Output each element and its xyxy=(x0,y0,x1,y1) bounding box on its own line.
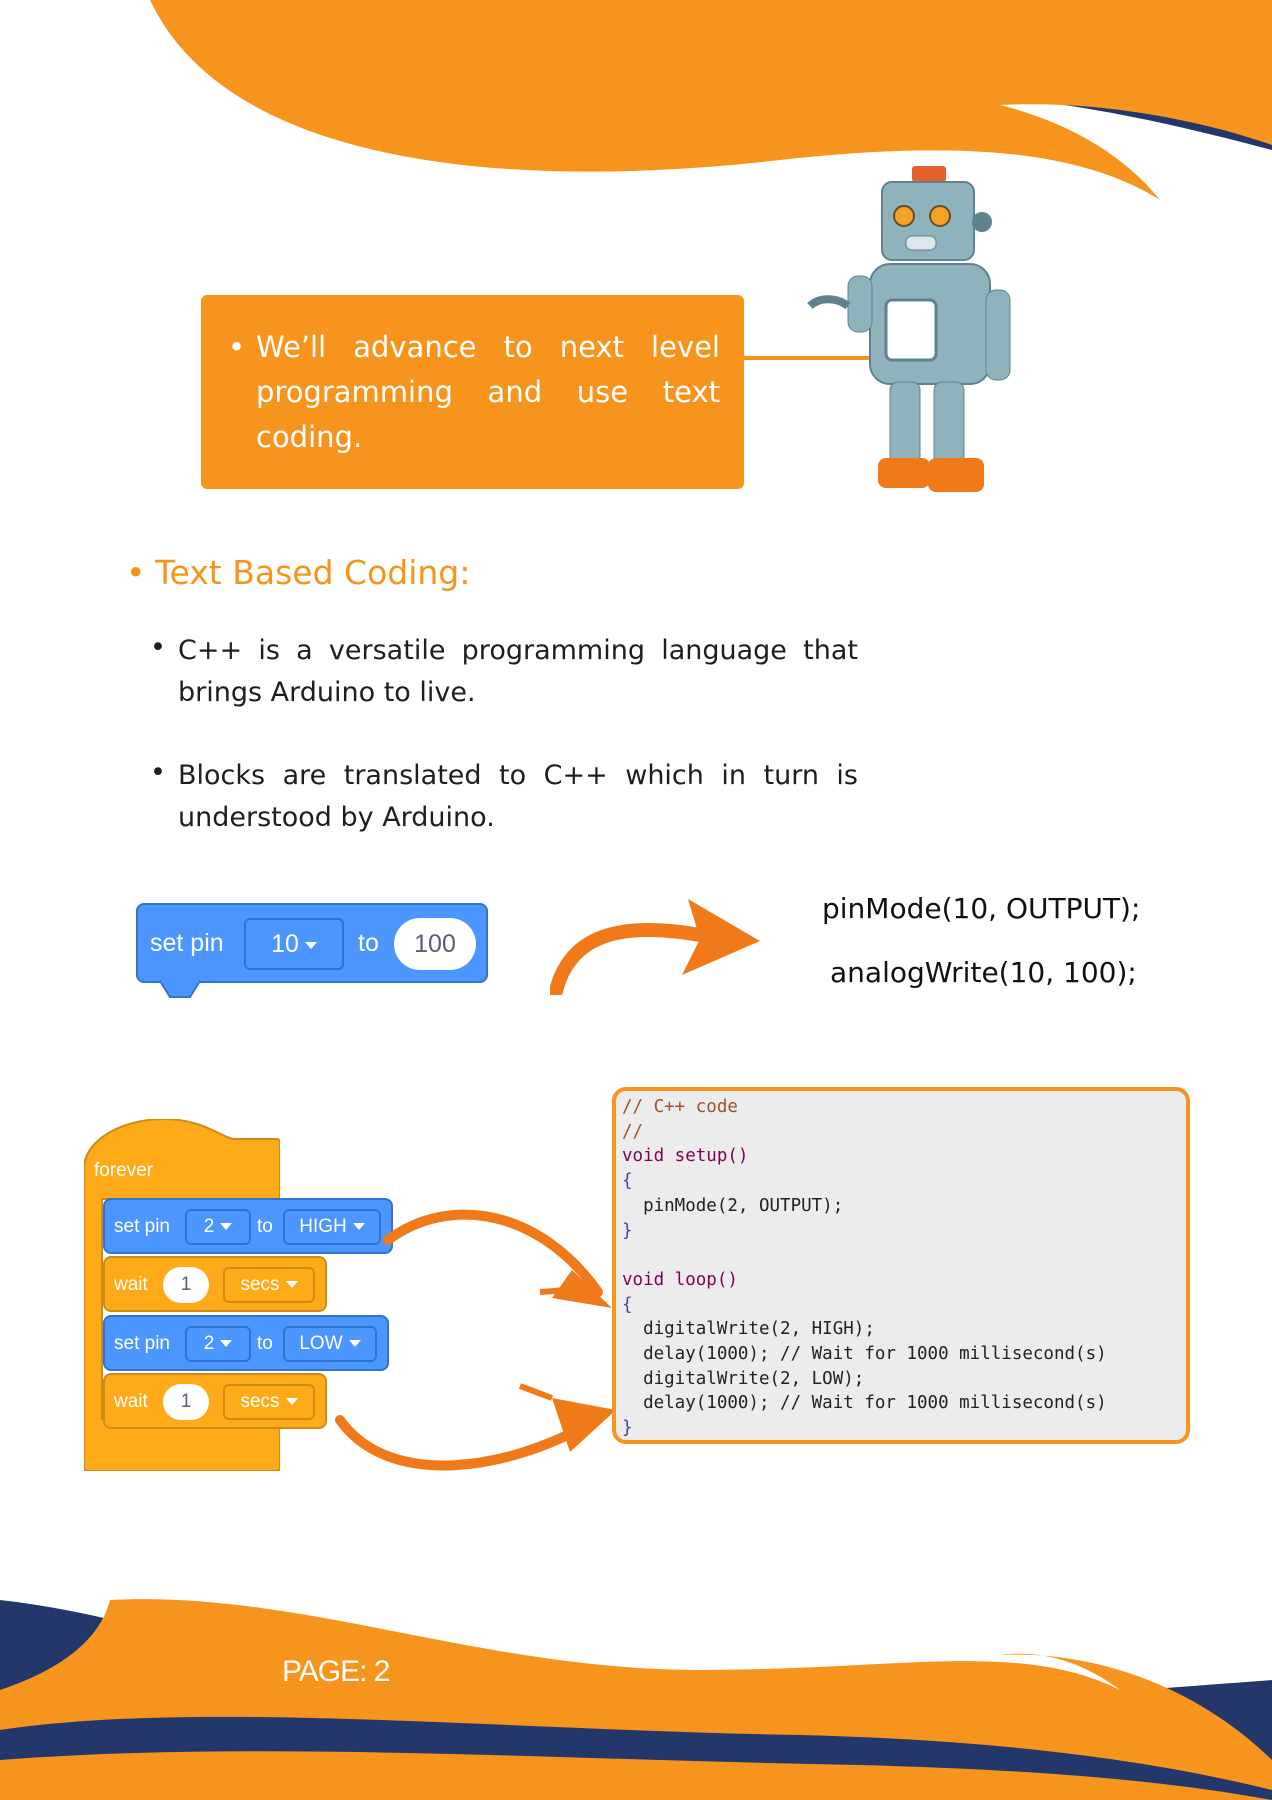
wait-block: wait 1 secs xyxy=(103,1373,327,1429)
dropdown-caret-icon xyxy=(220,1223,233,1231)
code-line: digitalWrite(2, LOW); xyxy=(622,1368,865,1389)
set-pin-label: set pin xyxy=(114,1333,170,1354)
wait-amount-input[interactable]: 1 xyxy=(163,1384,209,1420)
code-line: delay(1000); // Wait for 1000 millisecon… xyxy=(622,1393,1107,1414)
wait-label: wait xyxy=(114,1274,148,1295)
pin-dropdown[interactable]: 10 xyxy=(244,918,344,970)
code-line: { xyxy=(622,1171,633,1192)
bullet-dot-icon: • xyxy=(150,757,166,788)
cpp-code: // C++ code // void setup() { pinMode(2,… xyxy=(622,1095,1107,1440)
to-label: to xyxy=(257,1333,273,1354)
cpp-code-panel: // C++ code // void setup() { pinMode(2,… xyxy=(612,1087,1190,1444)
dropdown-caret-icon xyxy=(352,1223,365,1231)
dropdown-caret-icon xyxy=(285,1398,298,1406)
value-text: LOW xyxy=(299,1333,343,1354)
translation-arrow-icon xyxy=(335,1383,616,1471)
bullet-text: Blocks are translated to C++ which in tu… xyxy=(178,760,858,833)
dropdown-caret-icon xyxy=(285,1281,298,1289)
set-pin-block: set pin 10 to 100 xyxy=(136,903,488,983)
code-line: } xyxy=(622,1220,633,1241)
code-line: // xyxy=(622,1121,644,1142)
unit-dropdown[interactable]: secs xyxy=(223,1267,315,1303)
dropdown-caret-icon xyxy=(348,1340,361,1348)
value-dropdown[interactable]: HIGH xyxy=(283,1209,381,1245)
top-wave-decoration xyxy=(150,0,1272,200)
value-dropdown[interactable]: LOW xyxy=(283,1326,377,1362)
pin-dropdown[interactable]: 2 xyxy=(185,1326,251,1362)
unit-text: secs xyxy=(240,1391,280,1412)
set-pin-label: set pin xyxy=(114,1216,170,1237)
wait-label: wait xyxy=(114,1391,148,1412)
set-pin-low-block: set pin 2 to LOW xyxy=(103,1315,389,1371)
section-heading: Text Based Coding: xyxy=(155,553,471,592)
bullet-text: C++ is a versatile programming language … xyxy=(178,635,858,708)
pin-value: 2 xyxy=(203,1216,215,1237)
code-line: pinMode(10, OUTPUT); xyxy=(822,892,1141,925)
code-line: // C++ code xyxy=(622,1097,738,1117)
unit-text: secs xyxy=(240,1274,280,1295)
intro-callout: We’ll advance to next level programming … xyxy=(201,295,744,489)
wait-amount: 1 xyxy=(180,1391,192,1412)
robot-image xyxy=(807,166,1011,492)
bullet-dot-icon: • xyxy=(150,632,166,663)
dropdown-caret-icon xyxy=(304,941,317,949)
intro-text: We’ll advance to next level programming … xyxy=(228,325,720,460)
forever-label: forever xyxy=(94,1160,154,1181)
wait-amount-input[interactable]: 1 xyxy=(163,1267,209,1303)
code-line: analogWrite(10, 100); xyxy=(830,956,1137,989)
wait-block: wait 1 secs xyxy=(103,1256,327,1312)
pin-value: 10 xyxy=(271,930,299,958)
value-text: HIGH xyxy=(299,1216,347,1237)
translation-arrow-icon xyxy=(383,1209,612,1308)
code-line: delay(1000); // Wait for 1000 millisecon… xyxy=(622,1344,1107,1365)
set-pin-label: set pin xyxy=(150,929,224,957)
code-line: { xyxy=(622,1294,633,1315)
bottom-wave-decoration xyxy=(0,1599,1272,1800)
heading-bullet-icon: • xyxy=(126,553,146,592)
value-input[interactable]: 100 xyxy=(394,918,476,970)
value-text: 100 xyxy=(414,930,456,958)
dropdown-caret-icon xyxy=(220,1340,233,1348)
translation-arrow-icon xyxy=(550,899,760,995)
unit-dropdown[interactable]: secs xyxy=(223,1384,315,1420)
page-number: PAGE: 2 xyxy=(282,1655,390,1688)
set-pin-high-block: set pin 2 to HIGH xyxy=(103,1198,393,1254)
block-notch xyxy=(160,979,200,998)
wait-amount: 1 xyxy=(180,1274,192,1295)
pin-value: 2 xyxy=(203,1333,215,1354)
pin-dropdown[interactable]: 2 xyxy=(185,1209,251,1245)
code-line: pinMode(2, OUTPUT); xyxy=(622,1195,844,1216)
code-line: } xyxy=(622,1418,633,1439)
code-line: void loop() xyxy=(622,1269,738,1290)
code-line: void setup() xyxy=(622,1146,749,1167)
to-label: to xyxy=(257,1216,273,1237)
code-line: digitalWrite(2, HIGH); xyxy=(622,1319,875,1340)
to-label: to xyxy=(358,929,379,957)
